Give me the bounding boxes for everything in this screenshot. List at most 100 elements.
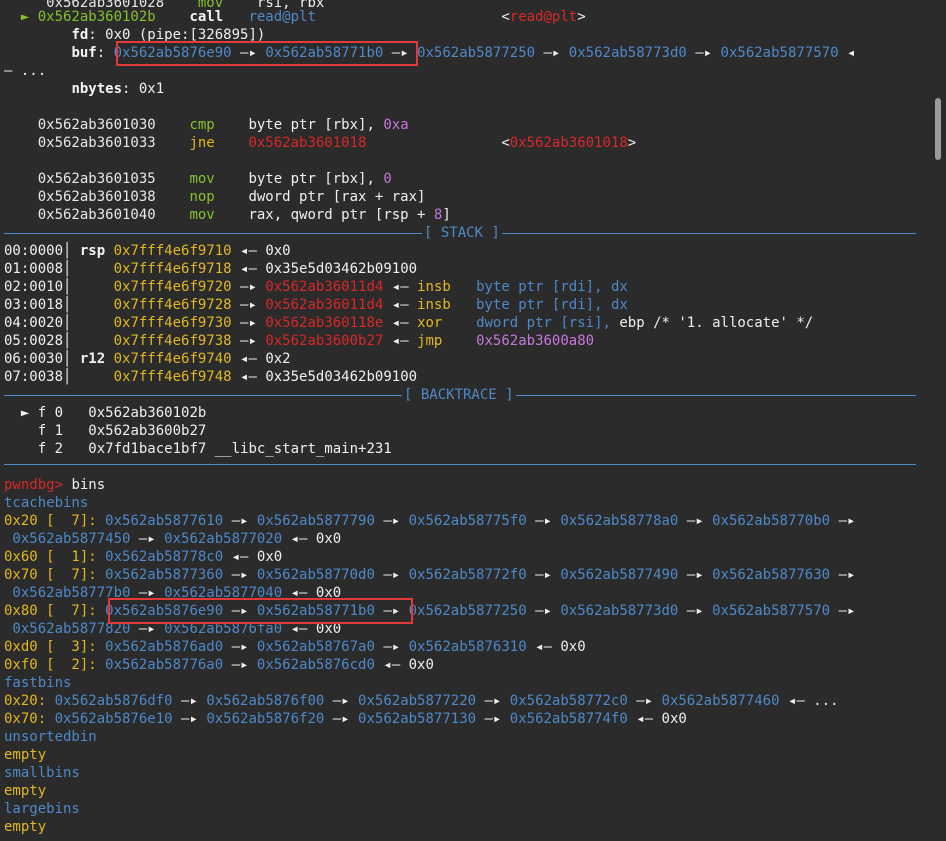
terminal-line: 0x70 [ 7]: 0x562ab5877360 —▸ 0x562ab5877… — [4, 566, 855, 584]
terminal-token: ], — [358, 117, 384, 133]
terminal-token: —▸ — [526, 603, 561, 619]
backtrace-separator: [ BACKTRACE ] — [4, 386, 916, 404]
terminal-token: nbytes — [71, 81, 123, 97]
terminal-token: f 1 — [4, 423, 89, 439]
terminal-token: 0x562ab36011d4 — [265, 279, 384, 295]
terminal-token: 0x80 [ 7]: — [4, 603, 106, 619]
terminal-token: mov — [189, 171, 249, 187]
terminal-token: ◂— — [383, 297, 418, 313]
terminal-token: 0x562ab5877610 — [105, 513, 224, 529]
terminal-token: 0x562ab5876310 — [408, 639, 527, 655]
buf-highlight-box — [116, 41, 418, 66]
terminal-token: —▸ — [678, 513, 713, 529]
terminal-token: 0x562ab5877360 — [105, 567, 224, 583]
terminal-token: empty — [4, 783, 47, 799]
terminal-token: ◂— — [526, 639, 561, 655]
terminal-line: 0x562ab3601040 mov rax, qword ptr [rsp +… — [4, 206, 451, 224]
terminal-token: 0x562ab58770d0 — [256, 567, 375, 583]
terminal-token: 01:0008 — [4, 261, 64, 277]
terminal-token: 0x562ab5877020 — [164, 531, 283, 547]
terminal-line: 00:0000│ rsp 0x7fff4e6f9710 ◂— 0x0 — [4, 242, 291, 260]
terminal-token: 0x70 [ 7]: — [4, 567, 106, 583]
terminal[interactable]: empty largebins empty smallbins empty unsorte… — [0, 0, 932, 841]
terminal-token: read@plt — [509, 9, 578, 25]
terminal-token: 0x7fd1bace1bf7 __libc_start_main+231 — [88, 441, 392, 457]
terminal-token: 0x562ab360102b — [88, 405, 207, 421]
terminal-token: 0x0 — [560, 639, 586, 655]
terminal-token: rax, qword ptr [rsp + — [248, 207, 434, 223]
terminal-token: 0x562ab5876ad0 — [105, 639, 224, 655]
terminal-token: smallbins — [4, 765, 80, 781]
terminal-token: byte ptr [rbx], — [248, 171, 384, 187]
terminal-line: empty — [4, 818, 46, 836]
terminal-token: 06:0030 — [4, 351, 64, 367]
terminal-token: 0x20: — [4, 693, 55, 709]
terminal-token: 0x35e5d03462b09100 — [265, 261, 418, 277]
backtrace-end-rule — [4, 464, 916, 465]
terminal-token: │ — [63, 261, 114, 277]
terminal-token: —▸ — [231, 279, 266, 295]
terminal-token: 0x7fff4e6f9720 — [113, 279, 232, 295]
terminal-token: f 2 — [4, 441, 89, 457]
terminal-token: : — [96, 45, 114, 61]
terminal-token: —▸ — [223, 567, 257, 583]
terminal-token: 0x0 — [265, 243, 291, 259]
terminal-token: 0x7fff4e6f9728 — [113, 297, 232, 313]
terminal-token: ◂— ... — [779, 693, 839, 709]
terminal-token: 0x35e5d03462b09100 — [265, 369, 418, 385]
terminal-token: │ — [63, 351, 80, 367]
scrollbar-thumb-top[interactable] — [935, 98, 941, 160]
terminal-token: │ — [63, 333, 114, 349]
terminal-token: 0x562ab3601035 — [4, 171, 190, 187]
terminal-line: 0x20 [ 7]: 0x562ab5877610 —▸ 0x562ab5877… — [4, 512, 855, 530]
terminal-token: │ — [63, 369, 114, 385]
terminal-token: 0x0 — [408, 657, 434, 673]
terminal-token: rsp — [79, 243, 114, 259]
terminal-token: —▸ — [535, 45, 569, 61]
terminal-token: dx — [610, 279, 628, 295]
terminal-line: 0x562ab3601030 cmp byte ptr [rbx], 0xa — [4, 116, 409, 134]
terminal-token: —▸ — [172, 711, 207, 727]
terminal-line: 0x20: 0x562ab5876df0 —▸ 0x562ab5876f00 —… — [4, 692, 839, 710]
scrollbar[interactable] — [932, 0, 946, 841]
terminal-token: —▸ — [830, 567, 856, 583]
terminal-token: > — [627, 135, 637, 151]
terminal-token: 0x562ab58773d0 — [560, 603, 679, 619]
terminal-token: 0x562ab58774f0 — [509, 711, 628, 727]
terminal-token: —▸ — [678, 567, 713, 583]
terminal-token: 0x562ab36011d4 — [265, 297, 384, 313]
terminal-token: 0x562ab5877570 — [712, 603, 831, 619]
terminal-token: ◂— — [383, 279, 418, 295]
terminal-line: 0x562ab3601033 jne 0x562ab3601018 <0x562… — [4, 134, 637, 152]
terminal-token: 0x562ab5877460 — [661, 693, 780, 709]
terminal-token: 0x562ab5877450 — [4, 531, 131, 547]
terminal-token: 0xf0 [ 2]: — [4, 657, 106, 673]
terminal-line: 0xd0 [ 3]: 0x562ab5876ad0 —▸ 0x562ab5876… — [4, 638, 586, 656]
terminal-token: —▸ — [172, 693, 207, 709]
terminal-token: 0x562ab5876cd0 — [256, 657, 375, 673]
backtrace-section-label: [ BACKTRACE ] — [402, 386, 516, 404]
terminal-token: 0x562ab5876e10 — [54, 711, 173, 727]
terminal-line: tcachebins — [4, 494, 88, 512]
terminal-token: —▸ — [526, 513, 561, 529]
terminal-token: 0x562ab5877630 — [712, 567, 831, 583]
terminal-token: 02:0010 — [4, 279, 64, 295]
terminal-token: 0x0 — [256, 549, 283, 565]
terminal-token: 0x0 — [315, 531, 342, 547]
terminal-token: 0x7fff4e6f9738 — [113, 333, 232, 349]
terminal-token: 0x562ab58773d0 — [568, 45, 687, 61]
terminal-token: —▸ — [526, 567, 561, 583]
terminal-token: 0x562ab5876df0 — [54, 693, 173, 709]
terminal-line: 0xf0 [ 2]: 0x562ab58776a0 —▸ 0x562ab5876… — [4, 656, 434, 674]
terminal-token: — ... — [4, 63, 47, 79]
terminal-line: 02:0010│ 0x7fff4e6f9720 —▸ 0x562ab36011d… — [4, 278, 628, 296]
terminal-token: 0x562ab3601018 — [509, 135, 628, 151]
terminal-token: —▸ — [830, 603, 856, 619]
terminal-token: │ — [63, 315, 114, 331]
terminal-token: —▸ — [130, 531, 165, 547]
terminal-token: 0x562ab5877570 — [720, 45, 839, 61]
terminal-token: 0x70: — [4, 711, 55, 727]
terminal-token: 0x562ab3601018 — [248, 135, 367, 151]
